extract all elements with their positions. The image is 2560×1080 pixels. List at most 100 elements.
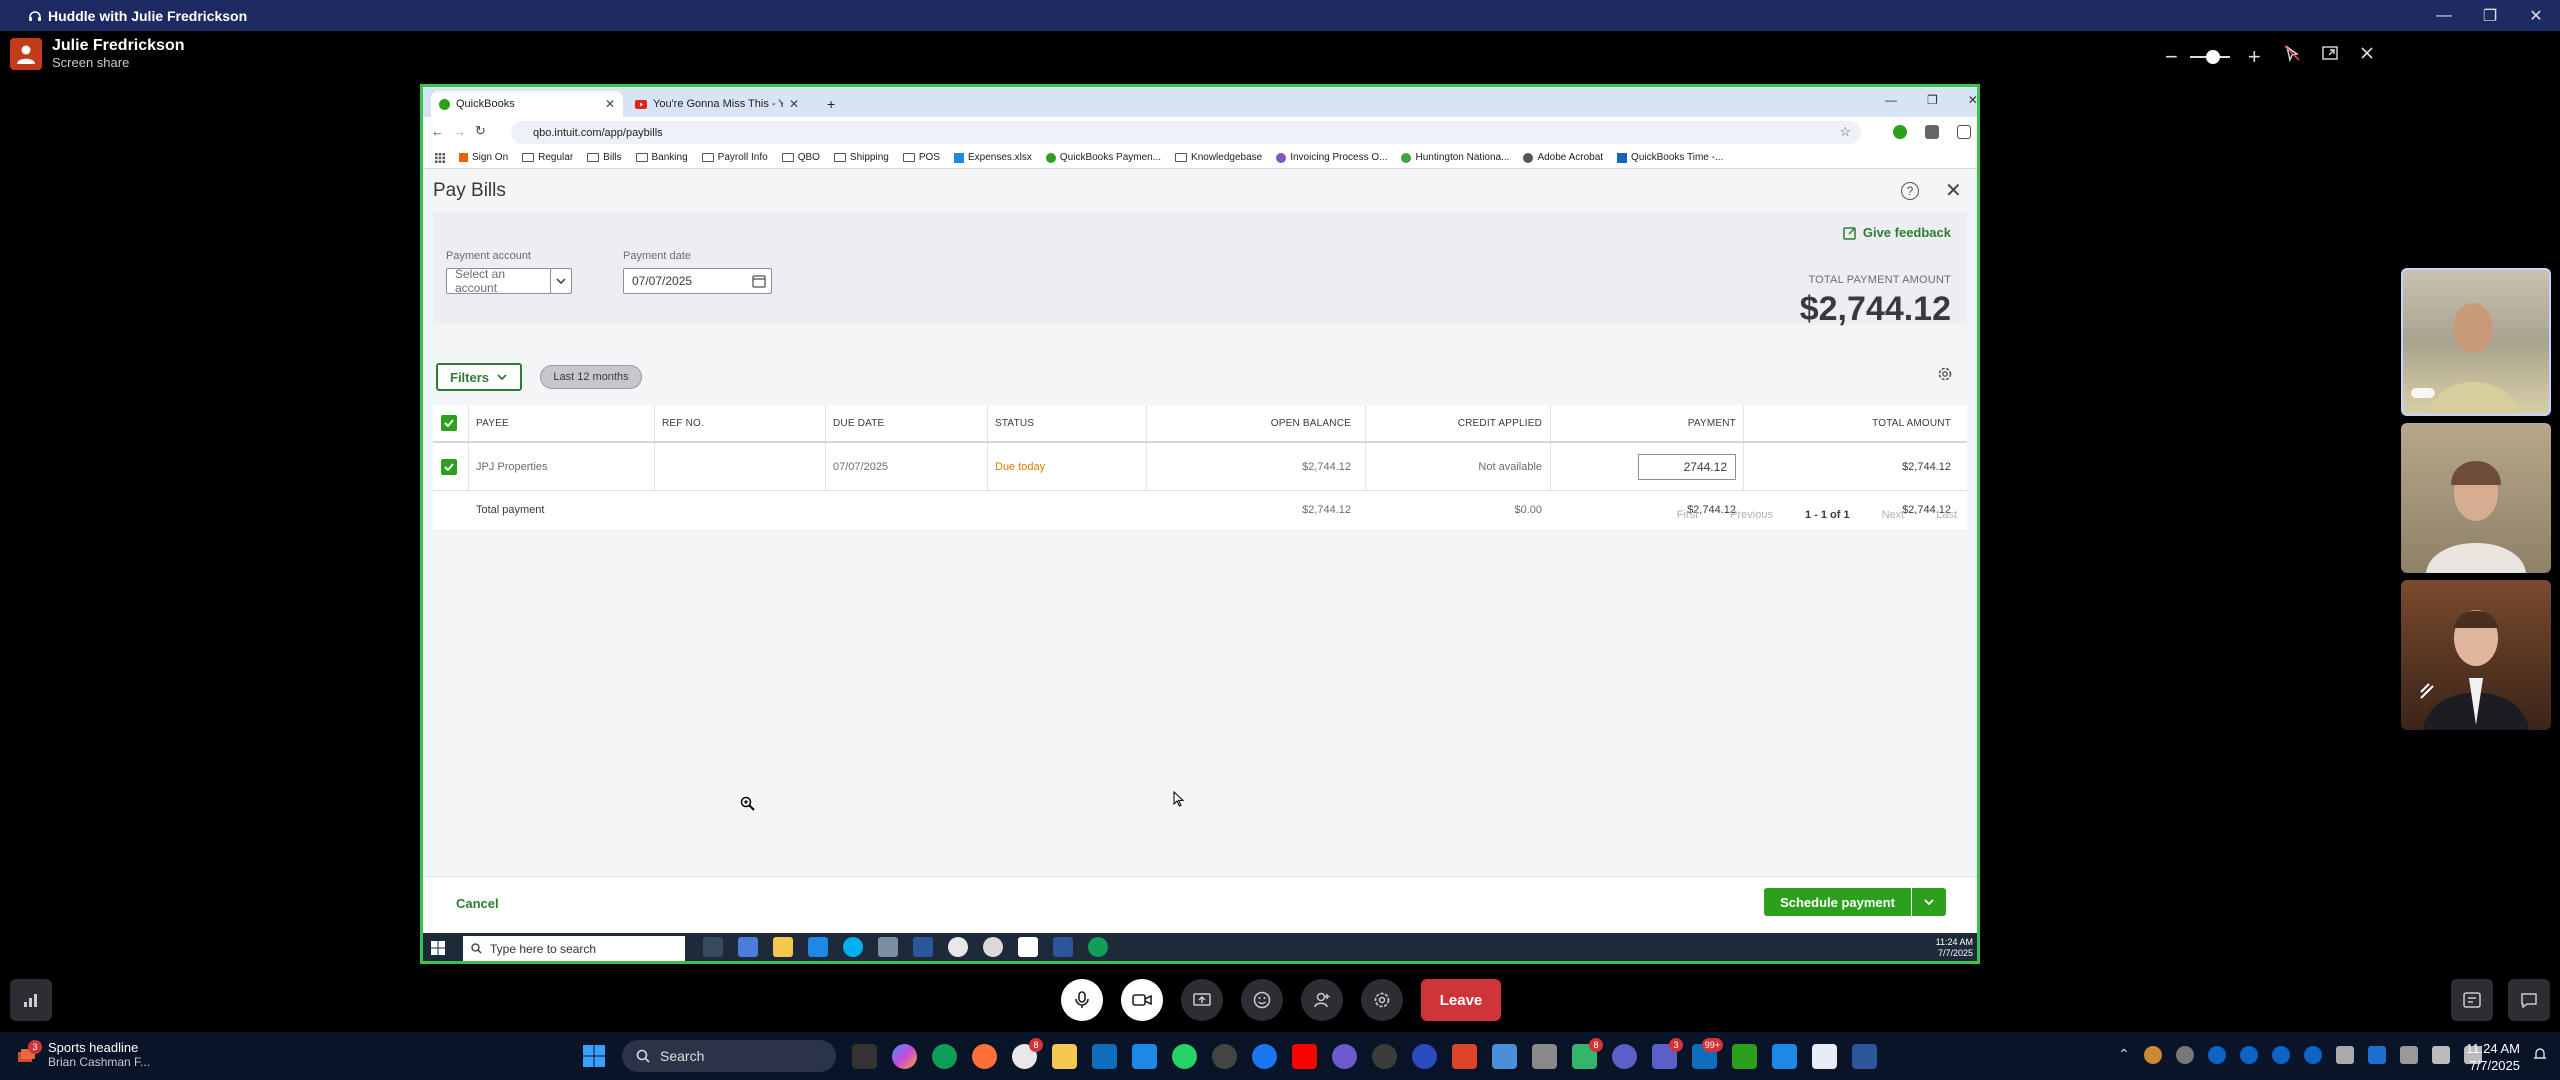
notifications-icon[interactable] [2532,1046,2548,1062]
news-widget[interactable]: 3 Sports headline Brian Cashman F... [16,1039,150,1069]
reload-icon[interactable]: ↻ [475,123,486,139]
new-tab-button[interactable]: + [819,91,839,117]
edge-icon[interactable] [932,1044,957,1069]
outlook-icon[interactable] [913,937,933,957]
teams-icon[interactable]: 3 [1652,1038,1683,1069]
close-tab-icon[interactable]: ✕ [605,97,615,111]
close-dialog-icon[interactable]: ✕ [1945,178,1962,203]
pointer-off-icon[interactable] [2283,44,2301,62]
bookmark-item[interactable]: Bills [587,152,622,163]
last-page-link[interactable]: Last [1936,509,1957,521]
first-page-link[interactable]: First [1677,509,1698,521]
help-icon[interactable]: ? [1901,182,1919,200]
sublime-icon[interactable] [1452,1044,1477,1069]
schedule-payment-button[interactable]: Schedule payment [1764,888,1911,916]
reactions-button[interactable] [1241,979,1283,1021]
word-icon[interactable] [1852,1044,1877,1069]
next-page-link[interactable]: Next [1882,509,1905,521]
chevron-up-icon[interactable]: ⌃ [2118,1046,2130,1064]
people-button[interactable] [1301,979,1343,1021]
taskbar-search[interactable]: Search [622,1040,836,1072]
task-view-icon[interactable] [852,1044,877,1069]
remote-search-box[interactable]: Type here to search [463,936,685,961]
maximize-window-button[interactable]: ❐ [2467,0,2513,31]
camera-button[interactable] [1121,979,1163,1021]
microphone-tray-icon[interactable] [2399,1046,2418,1064]
col-payee[interactable]: PAYEE [476,405,509,441]
quickbooks-desktop-icon[interactable] [1018,937,1038,957]
col-credit-applied[interactable]: CREDIT APPLIED [1365,405,1542,441]
settings-app-icon[interactable] [1612,1044,1637,1069]
apps-grid-icon[interactable] [435,152,445,163]
cancel-button[interactable]: Cancel [456,896,499,911]
onedrive-icon[interactable] [2239,1046,2258,1064]
bookmark-item[interactable]: Huntington Nationa... [1401,152,1509,163]
edge-icon[interactable] [1088,937,1108,957]
minimize-window-button[interactable]: — [2421,0,2467,31]
zoom-icon[interactable] [1412,1044,1437,1069]
tools-icon[interactable] [1532,1044,1557,1069]
bookmark-item[interactable]: QBO [781,152,820,163]
close-share-icon[interactable] [2359,45,2375,61]
participant-video-3[interactable] [2401,580,2551,730]
sidebar-icon[interactable] [1957,125,1971,139]
bookmark-item[interactable]: Invoicing Process O... [1276,152,1387,163]
tray-app-icon[interactable] [2175,1046,2194,1064]
copilot-icon[interactable] [892,1044,917,1069]
bluetooth-icon[interactable] [2367,1046,2386,1064]
leave-button[interactable]: Leave [1421,979,1501,1021]
task-view-icon[interactable] [703,937,723,957]
zoom-slider[interactable] [2189,50,2230,64]
onedrive-icon[interactable] [2271,1046,2290,1064]
forward-icon[interactable]: → [453,124,466,139]
quickbooks-icon[interactable] [1732,1044,1757,1069]
participant-video-2[interactable] [2401,423,2551,573]
bookmark-item[interactable]: Regular [522,152,573,163]
bookmark-item[interactable]: Expenses.xlsx [953,152,1032,163]
minimize-browser-button[interactable]: — [1885,93,1897,107]
tray-app-icon[interactable] [2335,1046,2354,1064]
tab-youtube[interactable]: You're Gonna Miss This - YouTu ✕ [627,91,807,117]
taskbar-clock[interactable]: 11:24 AM 7/7/2025 [2466,1040,2520,1074]
firefox-icon[interactable] [972,1044,997,1069]
google-icon[interactable] [1372,1044,1397,1069]
outlook-icon[interactable] [1092,1044,1117,1069]
call-health-button[interactable] [10,979,52,1021]
payment-account-dropdown[interactable] [550,268,572,294]
chrome-icon[interactable]: 8 [1012,1038,1043,1069]
col-open-balance[interactable]: OPEN BALANCE [1146,405,1351,441]
teams-classic-icon[interactable] [1812,1044,1837,1069]
col-payment[interactable]: PAYMENT [1550,405,1736,441]
skype-icon[interactable] [843,937,863,957]
extension-icon[interactable] [1893,125,1907,139]
app-s-icon[interactable] [1492,1044,1517,1069]
popout-icon[interactable] [2321,44,2339,62]
calendar-icon[interactable] [752,274,766,288]
bookmark-item[interactable]: Sign On [459,152,508,163]
windows-start-icon[interactable] [583,1045,605,1067]
windows-start-icon[interactable] [431,941,445,955]
participant-video-1[interactable] [2401,268,2551,416]
onedrive-icon[interactable] [2207,1046,2226,1064]
star-icon[interactable]: ☆ [1839,124,1851,140]
store-icon[interactable] [808,937,828,957]
col-status[interactable]: STATUS [995,405,1034,441]
col-total-amount[interactable]: TOTAL AMOUNT [1743,405,1951,441]
payment-date-field[interactable]: 07/07/2025 [623,268,772,294]
give-feedback-link[interactable]: Give feedback [1843,225,1951,240]
select-all-checkbox[interactable] [441,415,457,431]
copilot-icon[interactable] [738,937,758,957]
microphone-button[interactable] [1061,979,1103,1021]
puzzle-icon[interactable] [1925,125,1939,139]
vpn-icon[interactable] [1212,1044,1237,1069]
tab-quickbooks[interactable]: QuickBooks ✕ [431,91,623,117]
bookmark-item[interactable]: Adobe Acrobat [1523,152,1603,163]
youtube-icon[interactable] [1292,1044,1317,1069]
mail-icon[interactable]: 99+ [1692,1038,1723,1069]
bookmark-item[interactable]: QuickBooks Paymen... [1045,152,1161,163]
sheets-icon[interactable]: 8 [1572,1038,1603,1069]
store-icon[interactable] [1132,1044,1157,1069]
filters-button[interactable]: Filters [436,363,522,391]
app-icon[interactable] [1332,1044,1357,1069]
bookmark-item[interactable]: Knowledgebase [1175,152,1262,163]
